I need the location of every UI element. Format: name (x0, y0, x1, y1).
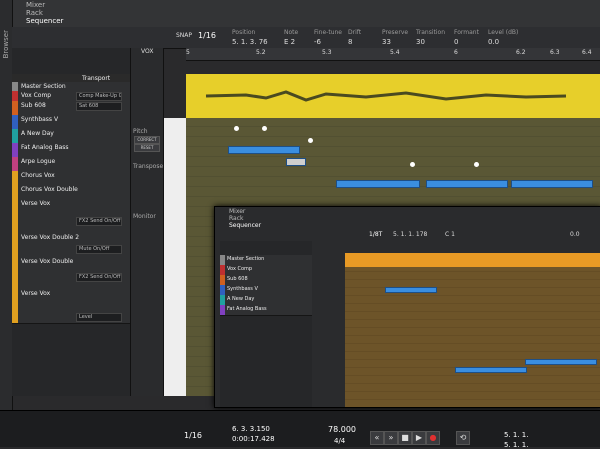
track-row[interactable]: Fat Analog Bass (220, 305, 312, 316)
grid-select[interactable]: 1/16 (198, 31, 216, 40)
level-field-2[interactable]: 0.0 (570, 231, 580, 238)
play-button[interactable]: ▶ (412, 431, 426, 445)
note-handle[interactable] (308, 138, 313, 143)
record-button[interactable]: ● (426, 431, 440, 445)
snap-label[interactable]: SNAP (176, 32, 192, 39)
tab-sequencer[interactable]: Sequencer (26, 17, 63, 26)
forward-button[interactable]: » (384, 431, 398, 445)
track-row[interactable]: Verse Vox Level (12, 289, 130, 324)
reset-button[interactable]: RESET (134, 144, 160, 152)
waveform (205, 90, 567, 102)
time-signature[interactable]: 4/4 (334, 437, 345, 445)
right-locator[interactable]: 5. 1. 1. (504, 441, 529, 449)
track-row[interactable]: Fat Analog Bass (12, 143, 130, 158)
note-handle[interactable] (474, 162, 479, 167)
stop-button[interactable]: ■ (398, 431, 412, 445)
track-row[interactable]: Verse Vox FX2 Send On/Off (12, 199, 130, 234)
position-field-2[interactable]: 5. 1. 1. 178 (393, 231, 427, 238)
pitch-note[interactable] (426, 180, 508, 188)
audio-clip-2[interactable] (345, 253, 600, 267)
track-row[interactable]: Verse Vox Double FX2 Send On/Off (12, 257, 130, 290)
preserve-field[interactable]: Preserve 33 (382, 29, 408, 46)
pitch-inspector: Pitch CORRECT RESET Transpose Monitor (131, 48, 164, 396)
track-list-2: Master Section Vox Comp Sub 608 Synthbas… (220, 241, 312, 407)
track-row[interactable]: Synthbass V (12, 115, 130, 130)
piano-keyboard[interactable] (164, 118, 186, 396)
pitch-label: Pitch (133, 128, 148, 135)
drift-field[interactable]: Drift 8 (348, 29, 361, 46)
position-field[interactable]: Position 5. 1. 3. 76 (232, 29, 268, 46)
lane-name: VOX (141, 48, 154, 55)
level-field[interactable]: Level (dB) 0.0 (488, 29, 518, 46)
window-tabs: Mixer Rack Sequencer (0, 0, 600, 28)
timeline-ruler[interactable]: 5 5.2 5.3 5.4 6 6.2 6.3 6.4 (186, 48, 600, 61)
tab-sequencer-2[interactable]: Sequencer (229, 222, 261, 230)
note-handle[interactable] (234, 126, 239, 131)
pitch-note[interactable] (228, 146, 300, 154)
track-row[interactable]: Arpe Logue (12, 157, 130, 172)
tempo-display[interactable]: 78.000 (328, 425, 356, 434)
transpose-label: Transpose (133, 163, 164, 170)
snap-value[interactable]: 1/16 (184, 431, 202, 440)
transition-field[interactable]: Transition 30 (416, 29, 445, 46)
note-grid-2[interactable] (345, 267, 600, 407)
song-position[interactable]: 6. 3. 3.150 (232, 425, 270, 433)
left-locator[interactable]: 5. 1. 1. (504, 431, 529, 439)
sequencer-toolbar: SNAP 1/16 Position 5. 1. 3. 76 Note E 2 Fi… (12, 27, 600, 49)
track-list: Transport Master Section Vox Comp Comp Ma… (12, 48, 131, 396)
note-field-2[interactable]: C 1 (445, 231, 455, 238)
pitch-note[interactable] (511, 180, 593, 188)
track-row[interactable]: Chorus Vox Double (12, 185, 130, 200)
note-handle[interactable] (410, 162, 415, 167)
pitch-note[interactable] (525, 359, 597, 365)
note-handle[interactable] (262, 126, 267, 131)
audio-clip[interactable] (186, 74, 600, 118)
monitor-label: Monitor (133, 213, 156, 220)
note-field[interactable]: Note E 2 (284, 29, 298, 46)
finetune-field[interactable]: Fine-tune -6 (314, 29, 342, 46)
rewind-button[interactable]: « (370, 431, 384, 445)
grid-select-2[interactable]: 1/8T (369, 231, 382, 238)
transport-bar: 1/16 6. 3. 3.150 0:00:17.428 78.000 4/4 … (0, 410, 600, 449)
track-row[interactable]: Verse Vox Double 2 Mute On/Off (12, 233, 130, 258)
formant-field[interactable]: Formant 0 (454, 29, 479, 46)
pitch-note[interactable] (286, 158, 306, 166)
pitch-note[interactable] (385, 287, 437, 293)
nested-sequencer-window: Mixer Rack Sequencer 1/8T 5. 1. 1. 178 C… (214, 206, 600, 408)
track-row[interactable]: Chorus Vox (12, 171, 130, 186)
track-row[interactable]: Sub 608 Sat 608 (12, 101, 130, 116)
loop-button[interactable]: ⟲ (456, 431, 470, 445)
correct-button[interactable]: CORRECT (134, 136, 160, 144)
pitch-note[interactable] (336, 180, 420, 188)
pitch-note[interactable] (455, 367, 527, 373)
track-row[interactable]: A New Day (12, 129, 130, 144)
song-time[interactable]: 0:00:17.428 (232, 435, 275, 443)
